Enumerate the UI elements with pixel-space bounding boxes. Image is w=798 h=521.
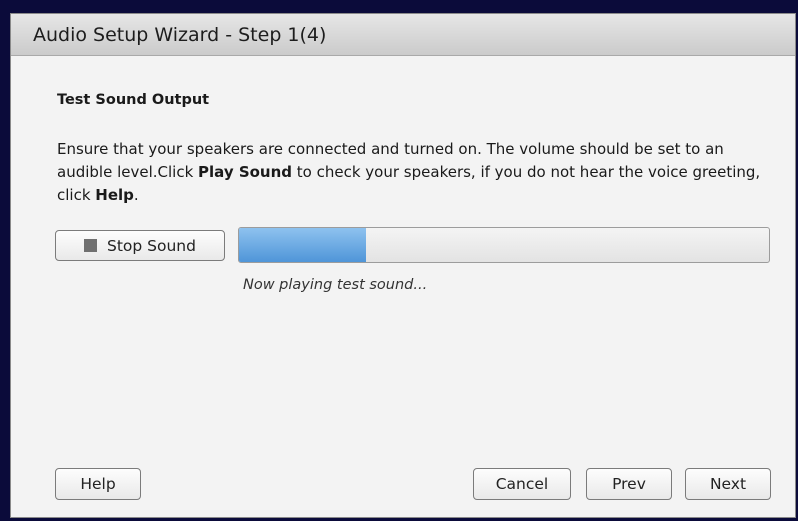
window-title: Audio Setup Wizard - Step 1(4) — [33, 24, 327, 46]
audio-setup-dialog: Audio Setup Wizard - Step 1(4) Test Soun… — [10, 13, 796, 518]
instructions-help: Help — [95, 186, 134, 204]
instructions-part-3: . — [133, 186, 139, 204]
help-button[interactable]: Help — [55, 468, 141, 500]
instructions-play-sound: Play Sound — [198, 163, 293, 181]
prev-button-label: Prev — [612, 475, 646, 493]
help-button-label: Help — [80, 475, 116, 493]
playback-progress-bar — [238, 227, 770, 263]
playback-progress-fill — [239, 228, 367, 262]
next-button[interactable]: Next — [685, 468, 771, 500]
section-title: Test Sound Output — [57, 92, 210, 108]
stop-square-icon — [84, 239, 97, 252]
playback-status-text: Now playing test sound... — [243, 277, 428, 293]
stop-sound-label: Stop Sound — [107, 236, 196, 255]
prev-button[interactable]: Prev — [586, 468, 672, 500]
stop-sound-button[interactable]: Stop Sound — [55, 230, 225, 261]
next-button-label: Next — [709, 475, 747, 493]
title-bar[interactable]: Audio Setup Wizard - Step 1(4) — [11, 14, 795, 56]
cancel-button[interactable]: Cancel — [473, 468, 571, 500]
instructions-text: Ensure that your speakers are connected … — [57, 138, 777, 207]
cancel-button-label: Cancel — [495, 475, 549, 493]
